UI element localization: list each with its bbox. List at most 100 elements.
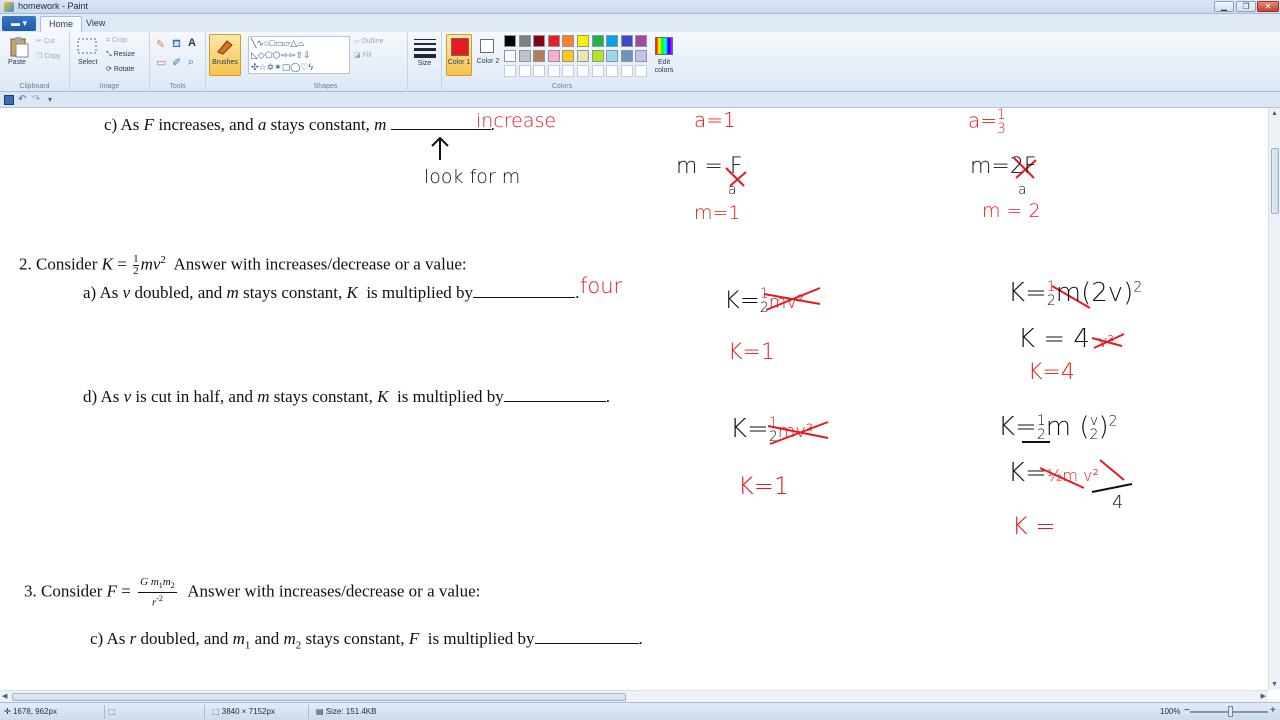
zoom-out-button[interactable]: − — [1184, 705, 1190, 716]
palette-swatch[interactable] — [635, 50, 648, 62]
customize-qat-icon[interactable]: ▾ — [48, 95, 58, 105]
magnifier-icon[interactable]: ⌕ — [188, 56, 194, 69]
scissors-icon: ✂ — [36, 38, 44, 45]
palette-swatch[interactable] — [547, 50, 560, 62]
color2-button[interactable]: Color 2 — [475, 34, 501, 76]
clipboard-group: Paste ✂ Cut ❐ Copy Clipboard — [0, 32, 70, 92]
zoom-slider-thumb[interactable] — [1228, 706, 1233, 717]
palette-swatch[interactable] — [562, 65, 575, 77]
tools-group-label: Tools — [169, 83, 186, 90]
horizontal-scrollbar[interactable]: ◀ ▶ — [0, 690, 1268, 702]
redo-icon[interactable]: ↷ — [32, 95, 42, 105]
select-button[interactable]: Select — [78, 59, 97, 66]
scroll-right-icon[interactable]: ▶ — [1261, 692, 1266, 700]
vertical-scrollbar[interactable]: ▲ ▼ — [1268, 108, 1280, 690]
palette-swatch[interactable] — [591, 65, 604, 77]
resize-icon: ⤡ — [106, 51, 114, 58]
crop-button[interactable]: ⌗ Crop — [106, 37, 127, 45]
tab-view[interactable]: View — [78, 16, 113, 32]
palette-swatch[interactable] — [591, 35, 604, 47]
text-icon[interactable]: A — [188, 37, 196, 49]
hw-m-eq-1: m=1 — [694, 202, 741, 224]
shape-glyphs-row-3: ✣☆✡✶▢◯♡ϟ — [251, 62, 314, 72]
outline-button[interactable]: ▱ Outline — [354, 37, 384, 45]
brushes-label: Brushes — [212, 59, 238, 66]
rotate-button[interactable]: ⟳ Rotate — [106, 65, 134, 73]
hw-m-eq-2: m = 2 — [982, 200, 1041, 222]
palette-swatch[interactable] — [533, 65, 546, 77]
paste-icon[interactable] — [8, 36, 30, 58]
hw-k-formula-4: K= 1 2 m (v 2)2 — [998, 412, 1118, 443]
zoom-in-button[interactable]: + — [1270, 705, 1276, 716]
colors-group-label: Colors — [551, 83, 573, 90]
vertical-scroll-thumb[interactable] — [1271, 148, 1279, 214]
palette-swatch[interactable] — [577, 35, 589, 47]
color1-swatch — [451, 38, 469, 56]
maximize-button[interactable]: ❐ — [1236, 1, 1256, 12]
palette-swatch[interactable] — [518, 35, 531, 47]
save-icon[interactable] — [4, 95, 14, 105]
palette-swatch[interactable] — [635, 65, 648, 77]
color1-button[interactable]: Color 1 — [446, 34, 472, 76]
palette-swatch[interactable] — [518, 65, 531, 77]
palette-swatch[interactable] — [504, 65, 516, 77]
minimize-button[interactable]: ▁ — [1214, 1, 1234, 12]
horizontal-scroll-thumb[interactable] — [12, 693, 626, 701]
cursor-position: ✛ 1678, 962px — [4, 707, 57, 716]
image-group: Select ⌗ Crop ⤡ Resize ⟳ Rotate Image — [70, 32, 150, 92]
resize-button[interactable]: ⤡ Resize — [106, 51, 135, 59]
copy-icon: ❐ — [36, 53, 45, 60]
copy-button[interactable]: ❐ Copy — [36, 52, 61, 60]
rotate-icon: ⟳ — [106, 66, 114, 73]
scroll-left-icon[interactable]: ◀ — [2, 692, 7, 700]
eraser-icon[interactable]: ▭ — [156, 56, 166, 69]
fill-button[interactable]: ◪ Fill — [354, 51, 372, 59]
palette-swatch[interactable] — [620, 35, 633, 47]
palette-swatch[interactable] — [504, 50, 516, 62]
file-menu-icon: ▬ — [10, 18, 23, 28]
palette-swatch[interactable] — [577, 50, 589, 62]
palette-swatch[interactable] — [562, 35, 575, 47]
palette-swatch[interactable] — [518, 50, 531, 62]
color-picker-icon[interactable]: ✐ — [172, 56, 181, 69]
palette-swatch[interactable] — [620, 65, 633, 77]
select-icon[interactable] — [76, 36, 98, 58]
palette-swatch[interactable] — [591, 50, 604, 62]
palette-swatch[interactable] — [533, 35, 546, 47]
pencil-icon[interactable]: ✎ — [156, 38, 165, 51]
palette-swatch[interactable] — [547, 35, 560, 47]
edit-colors-button[interactable]: Edit colors — [652, 35, 676, 77]
hw-up-arrow — [431, 136, 449, 160]
color2-swatch — [480, 39, 494, 53]
palette-swatch[interactable] — [547, 65, 560, 77]
size-button[interactable]: Size — [408, 60, 441, 67]
paste-button[interactable]: Paste — [8, 59, 26, 66]
palette-swatch[interactable] — [562, 50, 575, 62]
palette-swatch[interactable] — [606, 50, 619, 62]
palette-swatch[interactable] — [606, 35, 619, 47]
colors-group: Color 1 Color 2 Edit colors Colors — [442, 32, 682, 92]
paint-app-icon[interactable] — [4, 2, 14, 12]
palette-swatch[interactable] — [504, 35, 516, 47]
palette-swatch[interactable] — [533, 50, 546, 62]
palette-swatch[interactable] — [635, 35, 648, 47]
hw-k-formula-2: K= 1 2 m(2v)2 — [1008, 278, 1143, 309]
cut-button[interactable]: ✂ Cut — [36, 37, 55, 45]
palette-swatch[interactable] — [606, 65, 619, 77]
scroll-up-icon[interactable]: ▲ — [1271, 110, 1278, 117]
ribbon-tab-bar: ▬ ▾ Home View — [0, 14, 1280, 32]
scroll-down-icon[interactable]: ▼ — [1271, 681, 1278, 688]
shapes-gallery[interactable]: ╲∿○□▭▱△⌓ ◺◇⬠⬡⇨⇦⇧⇩ ✣☆✡✶▢◯♡ϟ — [248, 36, 350, 74]
paint-canvas[interactable]: c) As F increases, and a stays constant,… — [0, 108, 1268, 690]
palette-swatch[interactable] — [620, 50, 633, 62]
file-menu-button[interactable]: ▬ ▾ — [2, 16, 36, 31]
hw-look-for-m: look for m — [424, 166, 521, 188]
line-size-icon[interactable] — [414, 38, 436, 58]
undo-icon[interactable]: ↶ — [18, 95, 28, 105]
palette-swatch[interactable] — [577, 65, 589, 77]
brushes-group: Brushes — [206, 32, 244, 92]
tab-home[interactable]: Home — [40, 16, 83, 32]
close-button[interactable]: ✕ — [1257, 1, 1279, 12]
brushes-button[interactable]: Brushes — [209, 34, 241, 76]
fill-bucket-icon[interactable]: ⛾ — [172, 38, 181, 52]
